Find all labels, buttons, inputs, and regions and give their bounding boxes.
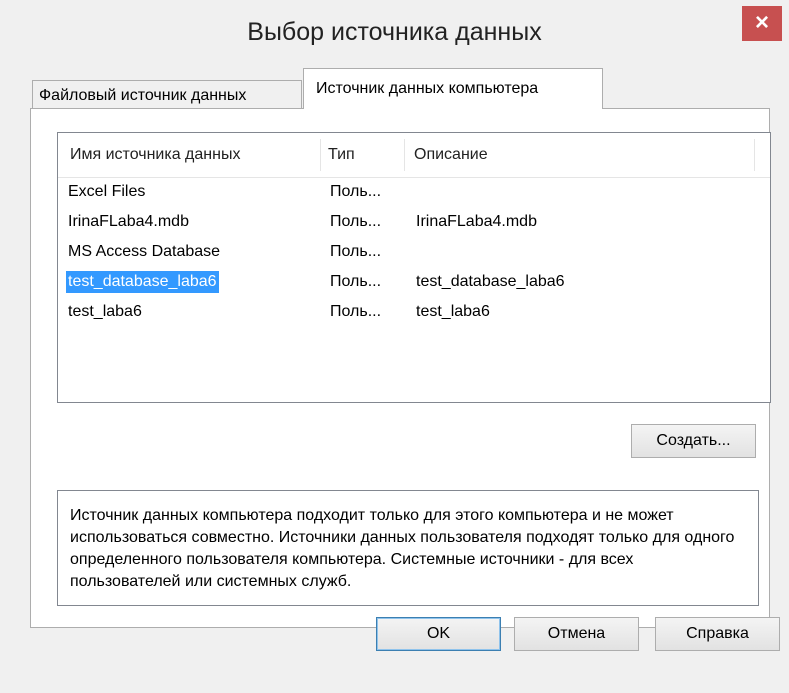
column-divider[interactable] xyxy=(754,139,755,171)
table-row[interactable]: Excel Files Поль... xyxy=(58,181,770,203)
info-text-box: Источник данных компьютера подходит толь… xyxy=(57,490,759,606)
row-type: Поль... xyxy=(330,183,382,200)
list-header: Имя источника данных Тип Описание xyxy=(58,133,770,178)
tab-machine-data-source[interactable]: Источник данных компьютера xyxy=(303,68,603,109)
cancel-button[interactable]: Отмена xyxy=(514,617,639,651)
help-button[interactable]: Справка xyxy=(655,617,780,651)
row-name: IrinaFLaba4.mdb xyxy=(68,213,189,230)
row-name: MS Access Database xyxy=(68,243,221,260)
row-name: Excel Files xyxy=(68,183,146,200)
row-type: Поль... xyxy=(330,213,382,230)
row-type: Поль... xyxy=(330,303,382,320)
table-row[interactable]: IrinaFLaba4.mdb Поль... IrinaFLaba4.mdb xyxy=(58,211,770,233)
column-divider[interactable] xyxy=(404,139,405,171)
column-divider[interactable] xyxy=(320,139,321,171)
column-header-name[interactable]: Имя источника данных xyxy=(70,133,316,177)
data-source-list[interactable]: Имя источника данных Тип Описание Excel … xyxy=(57,132,771,403)
row-name: test_laba6 xyxy=(68,303,142,320)
row-type: Поль... xyxy=(330,273,382,290)
row-name: test_database_laba6 xyxy=(66,271,219,293)
create-button[interactable]: Создать... xyxy=(631,424,756,458)
row-type: Поль... xyxy=(330,243,382,260)
row-description: test_database_laba6 xyxy=(416,273,565,290)
column-header-type[interactable]: Тип xyxy=(328,133,398,177)
tab-file-data-source[interactable]: Файловый источник данных xyxy=(32,80,302,110)
row-description: test_laba6 xyxy=(416,303,490,320)
table-row[interactable]: test_laba6 Поль... test_laba6 xyxy=(58,301,770,323)
window-title: Выбор источника данных xyxy=(247,18,542,46)
table-row-selected[interactable]: test_database_laba6 Поль... test_databas… xyxy=(58,271,770,293)
row-description: IrinaFLaba4.mdb xyxy=(416,213,537,230)
table-row[interactable]: MS Access Database Поль... xyxy=(58,241,770,263)
title-bar: Выбор источника данных × xyxy=(0,0,789,66)
close-icon[interactable]: × xyxy=(742,6,782,41)
column-header-description[interactable]: Описание xyxy=(414,133,754,177)
ok-button[interactable]: OK xyxy=(376,617,501,651)
